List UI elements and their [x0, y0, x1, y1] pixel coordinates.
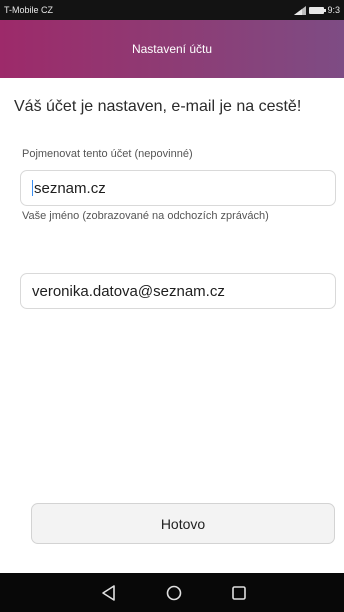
page-title: Nastavení účtu: [131, 42, 213, 56]
back-icon[interactable]: [99, 583, 119, 603]
status-bar: T-Mobile CZ 9:3: [0, 0, 344, 20]
account-name-label: Pojmenovat tento účet (nepovinné): [22, 148, 193, 160]
account-setup-form: Váš účet je nastaven, e-mail je na cestě…: [0, 78, 344, 573]
your-name-field[interactable]: veronika.datova@seznam.cz: [20, 273, 336, 309]
battery-icon: [309, 6, 327, 14]
text-cursor: [32, 180, 33, 196]
your-name-value: veronika.datova@seznam.cz: [32, 282, 225, 300]
your-name-label: Vaše jméno (zobrazované na odchozích zpr…: [22, 210, 269, 222]
done-button[interactable]: Hotovo: [31, 503, 335, 544]
setup-complete-headline: Váš účet je nastaven, e-mail je na cestě…: [14, 98, 302, 115]
navigation-bar: [0, 573, 344, 612]
account-name-value: seznam.cz: [34, 179, 106, 197]
recents-icon[interactable]: [229, 583, 249, 603]
status-time: 9:3: [327, 5, 340, 15]
status-indicators: 9:3: [294, 5, 340, 15]
signal-icon: [294, 5, 307, 15]
home-icon[interactable]: [164, 583, 184, 603]
account-name-field[interactable]: seznam.cz: [20, 170, 336, 206]
carrier-name: T-Mobile CZ: [4, 5, 54, 15]
title-bar: Nastavení účtu: [0, 20, 344, 78]
